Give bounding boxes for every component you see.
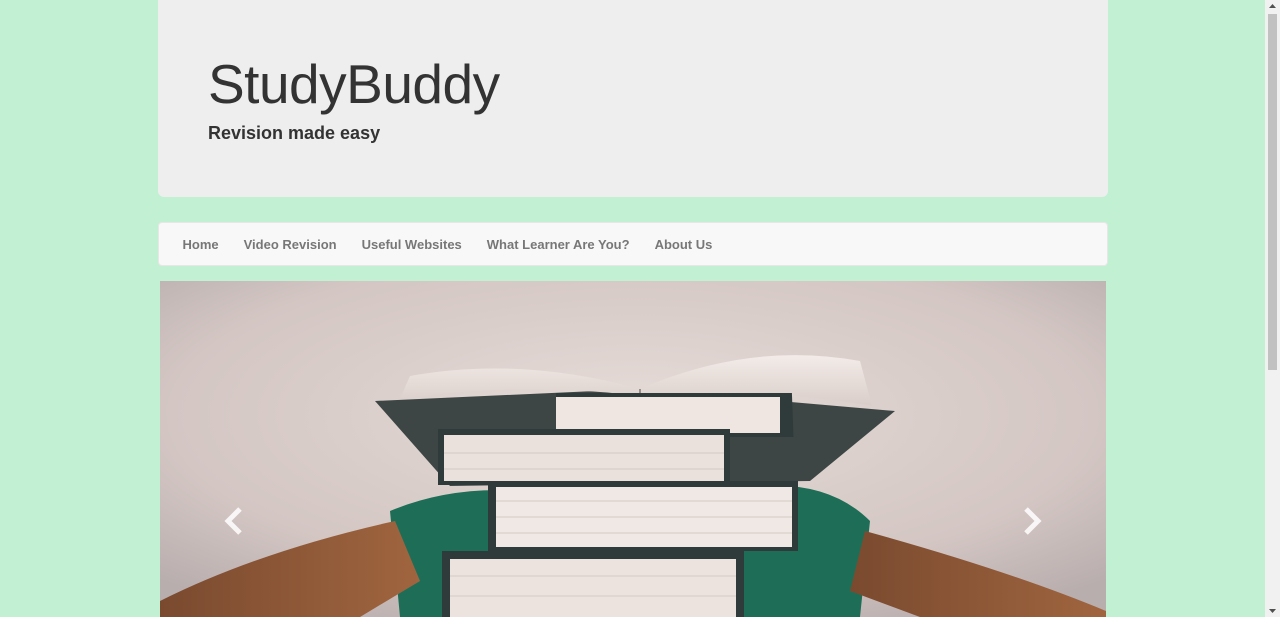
nav-item-home[interactable]: Home [170,223,231,265]
nav-list: Home Video Revision Useful Websites What… [159,223,1107,265]
main-navbar: Home Video Revision Useful Websites What… [158,222,1108,266]
site-tagline: Revision made easy [208,123,381,143]
scroll-down-icon[interactable] [1268,606,1277,615]
carousel-next-button[interactable] [1012,501,1052,541]
scrollbar-thumb[interactable] [1268,14,1277,370]
image-carousel [160,281,1106,617]
nav-item-what-learner[interactable]: What Learner Are You? [474,223,642,265]
chevron-right-icon [1024,507,1042,535]
stack-of-books-photo [160,281,1106,617]
carousel-prev-button[interactable] [214,501,254,541]
nav-item-about-us[interactable]: About Us [642,223,725,265]
site-title: StudyBuddy [208,53,500,115]
site-header: StudyBuddy Revision made easy [158,0,1108,197]
scroll-up-icon[interactable] [1268,2,1277,11]
nav-item-useful-websites[interactable]: Useful Websites [349,223,474,265]
nav-item-video-revision[interactable]: Video Revision [231,223,349,265]
page-scrollbar[interactable] [1265,0,1280,617]
chevron-left-icon [224,507,242,535]
